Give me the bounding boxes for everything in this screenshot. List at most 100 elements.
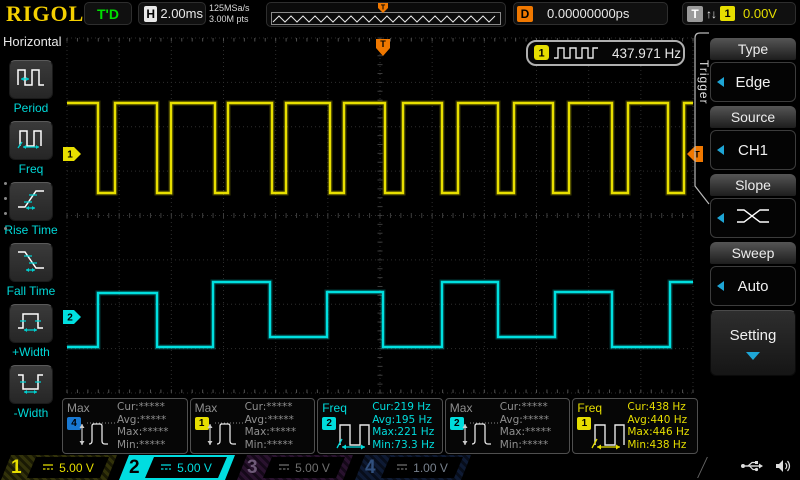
channel-2-status[interactable]: 2 5.00 V xyxy=(119,455,235,480)
beeper-icon xyxy=(774,459,792,478)
measurement-value: Max:***** xyxy=(117,426,169,438)
horizontal-delay-box[interactable]: D 0.00000000ps xyxy=(513,2,668,25)
left-menu-item-label: Fall Time xyxy=(6,284,56,298)
left-menu-item-label: +Width xyxy=(12,345,50,359)
measurement-value: Min:***** xyxy=(244,438,294,451)
channel-number: 1 xyxy=(11,457,22,478)
scroll-indicator-dot xyxy=(4,227,7,230)
max-measure-icon xyxy=(205,415,247,453)
delay-value: 0.00000000ps xyxy=(547,6,630,21)
chevron-down-icon xyxy=(746,351,760,360)
left-menu-item--width[interactable]: +Width xyxy=(0,304,62,359)
menu-group-sweep[interactable]: Sweep Auto xyxy=(710,242,796,306)
period-icon xyxy=(16,65,46,94)
left-menu-item-fall-time[interactable]: Fall Time xyxy=(0,243,62,298)
chevron-left-icon xyxy=(717,145,724,155)
measurement-value: Avg:***** xyxy=(499,413,550,426)
left-menu-item-freq[interactable]: Freq xyxy=(0,121,62,176)
measurement-value: Min:73.3 Hz xyxy=(372,438,435,451)
trigger-status: T'D xyxy=(97,5,119,22)
measurement-value: Cur:***** xyxy=(499,401,548,413)
measurement-cell-max-ch1[interactable]: Max 1 Cur:***** Avg:***** Max:***** Min:***… xyxy=(189,398,316,454)
trigger-edge-arrows-icon: ↑↓ xyxy=(706,6,717,21)
channel-1-status[interactable]: 1 5.00 V xyxy=(1,455,117,480)
measurement-value: Max:221 Hz xyxy=(372,426,435,438)
max-measure-icon xyxy=(77,415,119,453)
plus-width-icon xyxy=(16,309,46,338)
preview-trace xyxy=(272,15,496,23)
timebase-value: 2.00ms xyxy=(160,6,203,21)
waveform-display-area[interactable]: 1 2 T T 1 437.971 Hz xyxy=(62,30,710,396)
sample-rate: 125MSa/s xyxy=(209,3,250,13)
scroll-indicator-dot xyxy=(4,182,7,185)
channel-4-status[interactable]: 4 1.00 V xyxy=(355,455,471,480)
measurement-label: Freq xyxy=(322,401,347,415)
menu-group-type[interactable]: Type Edge xyxy=(710,38,796,102)
svg-text:T: T xyxy=(380,39,386,49)
menu-group-title: Type xyxy=(710,38,796,60)
left-menu-item--width[interactable]: -Width xyxy=(0,365,62,420)
scroll-indicator-dot xyxy=(4,212,7,215)
trigger-badge: T xyxy=(687,5,703,22)
measurement-value: Min:***** xyxy=(499,438,549,451)
rigol-logo: RIGOL xyxy=(6,1,85,26)
menu-group-title: Source xyxy=(710,106,796,128)
menu-group-value: Auto xyxy=(737,277,769,295)
menu-group-title: Slope xyxy=(710,174,796,196)
measurement-label: Max xyxy=(194,401,218,415)
menu-group-value: CH1 xyxy=(737,141,768,159)
dc-coupling-icon xyxy=(278,459,290,477)
left-menu-item-period[interactable]: Period xyxy=(0,60,62,115)
menu-group-slope[interactable]: Slope xyxy=(710,174,796,238)
freq-measure-icon xyxy=(587,415,629,453)
trigger-level-box[interactable]: T ↑↓ 1 0.00V xyxy=(682,2,796,25)
slope-icon xyxy=(736,208,770,228)
measurement-value: Max:***** xyxy=(244,426,297,438)
menu-group-source[interactable]: Source CH1 xyxy=(710,106,796,170)
left-menu-title: Horizontal xyxy=(3,34,62,49)
measurement-value: Cur:***** xyxy=(244,401,293,413)
system-status-icons xyxy=(740,459,792,478)
dc-coupling-icon xyxy=(160,459,172,477)
max-measure-icon xyxy=(460,415,502,453)
svg-text:T: T xyxy=(381,5,386,12)
h-badge: H xyxy=(144,5,158,22)
trigger-status-box: T'D xyxy=(84,2,132,25)
left-menu-item-rise-time[interactable]: Rise Time xyxy=(0,182,62,237)
measurement-value: Avg:440 Hz xyxy=(627,413,688,426)
scroll-indicator-dot xyxy=(4,197,7,200)
measurement-label: Freq xyxy=(577,401,603,415)
horizontal-timebase-box[interactable]: H 2.00ms xyxy=(138,2,206,25)
measurement-cell-max-ch4[interactable]: Max 4 Cur:***** Avg:***** Max:***** Min:***… xyxy=(62,398,188,454)
measurement-cell-max-ch2[interactable]: Max 2 Cur:***** Avg:***** Max:***** Min:***… xyxy=(444,398,571,454)
chevron-left-icon xyxy=(717,213,724,223)
measurement-value: Max:***** xyxy=(499,426,552,438)
measurement-label: Max xyxy=(67,401,90,415)
top-status-bar: RIGOL T'D H 2.00ms 125MSa/s 3.00M pts T … xyxy=(0,0,800,30)
channel-scale: 5.00 V xyxy=(295,460,330,475)
menu-group-setting[interactable]: Setting xyxy=(710,310,796,376)
channel-3-status[interactable]: 3 5.00 V xyxy=(237,455,353,480)
measurement-cell-freq-ch1[interactable]: Freq 1 Cur:438 Hz Avg:440 Hz Max:446 Hz Min… xyxy=(572,398,698,454)
frequency-counter: 1 437.971 Hz xyxy=(526,40,685,66)
waveform-preview-strip[interactable]: T xyxy=(266,2,506,27)
channel-status-bar: 1 5.00 V 2 5.00 V 3 5.00 V 4 1.00 V xyxy=(0,455,800,480)
acquisition-info: 125MSa/s 3.00M pts xyxy=(209,3,250,25)
measurement-value: Max:446 Hz xyxy=(627,426,690,438)
measurement-value: Cur:438 Hz xyxy=(627,401,686,413)
menu-setting-label: Setting xyxy=(729,326,777,344)
dc-coupling-icon xyxy=(396,459,408,477)
left-menu-item-label: -Width xyxy=(13,406,49,420)
left-menu-item-label: Rise Time xyxy=(4,223,58,237)
measurement-value: Avg:***** xyxy=(117,413,167,426)
trigger-source-badge: 1 xyxy=(720,6,735,21)
channel-number: 4 xyxy=(365,457,376,478)
freq-measure-icon xyxy=(332,415,374,453)
memory-preview-waveform: T xyxy=(271,3,501,25)
svg-text:1: 1 xyxy=(67,150,73,161)
memory-depth: 3.00M pts xyxy=(209,14,249,24)
channel-scale: 5.00 V xyxy=(177,460,212,475)
measurement-cell-freq-ch2[interactable]: Freq 2 Cur:219 Hz Avg:195 Hz Max:221 Hz Min… xyxy=(317,398,443,454)
minus-width-icon xyxy=(16,370,46,399)
menu-group-value: Edge xyxy=(735,73,771,91)
